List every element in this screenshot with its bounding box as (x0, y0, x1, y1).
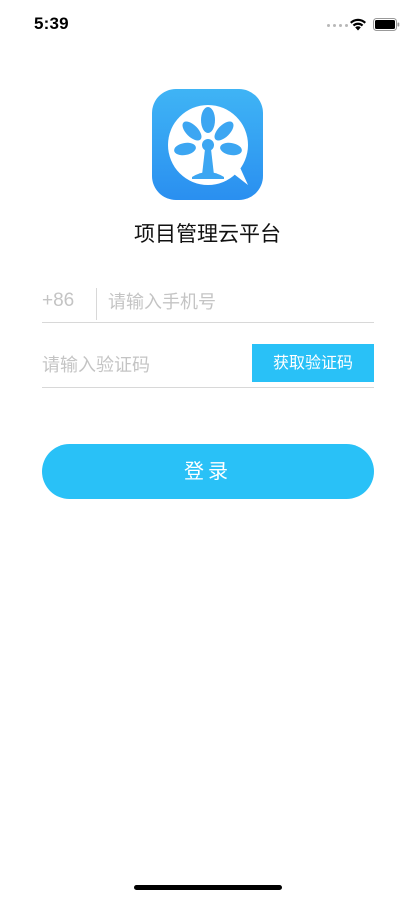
app-title: 项目管理云平台 (134, 222, 281, 246)
code-row: 获取验证码 (42, 343, 374, 388)
login-button[interactable]: 登录 (42, 444, 374, 499)
country-code[interactable]: +86 (42, 290, 74, 312)
phone-divider (96, 288, 97, 320)
get-code-button[interactable]: 获取验证码 (252, 344, 374, 382)
wifi-icon (350, 18, 366, 31)
phone-input[interactable] (108, 286, 368, 318)
battery-icon (373, 18, 400, 31)
status-bar: 5:39 (0, 0, 415, 48)
home-indicator (134, 885, 282, 890)
status-time: 5:39 (34, 14, 69, 33)
tree-logo-icon (152, 89, 263, 200)
cellular-signal-icon (327, 24, 348, 27)
phone-row: +86 (42, 284, 374, 323)
verification-code-input[interactable] (42, 349, 242, 381)
